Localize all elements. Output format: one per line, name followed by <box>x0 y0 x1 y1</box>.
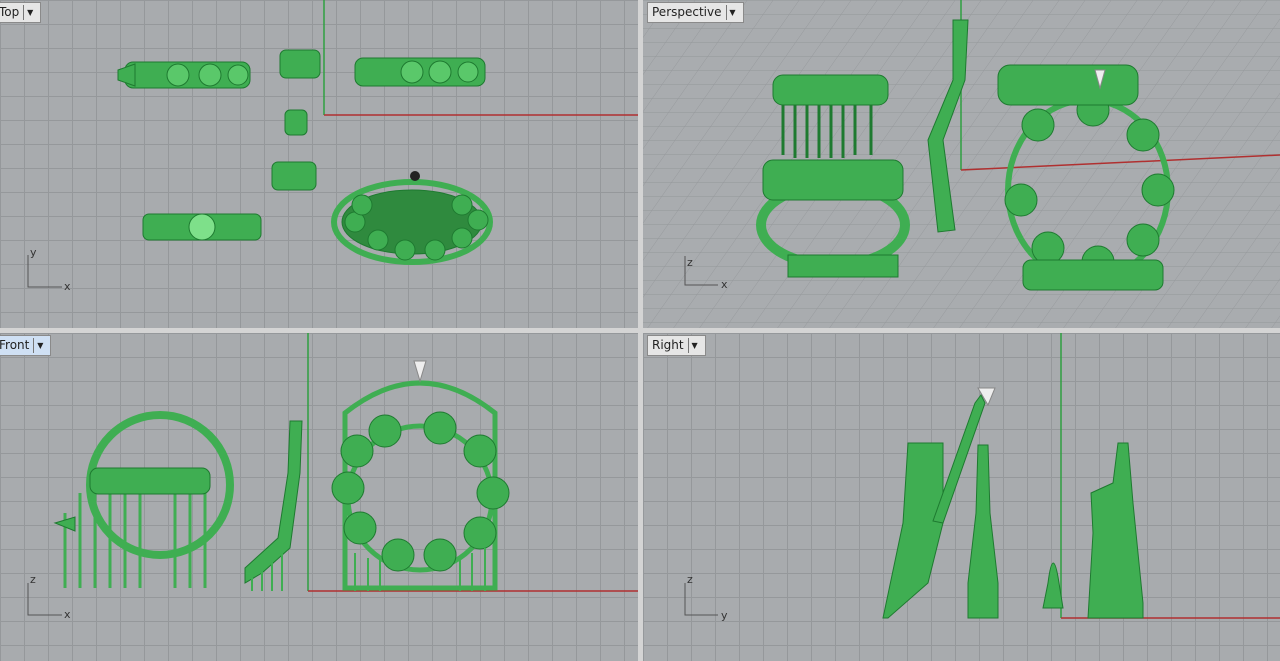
viewport-front[interactable]: Front ▼ z x <box>0 333 638 661</box>
viewport-title: Perspective <box>652 5 722 19</box>
perspective-scene: z x <box>643 0 1280 328</box>
axis-z-label: z <box>30 573 36 586</box>
viewport-tab-right[interactable]: Right ▼ <box>647 335 706 356</box>
viewport-top[interactable]: Top ▼ y x <box>0 0 638 328</box>
chevron-down-icon[interactable]: ▼ <box>23 5 36 20</box>
viewport-right[interactable]: Right ▼ z y <box>643 333 1280 661</box>
chevron-down-icon[interactable]: ▼ <box>687 338 701 353</box>
viewport-title: Right <box>652 338 684 352</box>
viewport-perspective[interactable]: Perspective ▼ z x <box>643 0 1280 328</box>
viewport-title: Top <box>0 5 20 19</box>
viewport-tab-front[interactable]: Front ▼ <box>0 335 52 356</box>
axis-x-label: x <box>64 280 71 293</box>
right-scene: z y <box>684 333 1280 622</box>
axis-z-label: z <box>687 573 693 586</box>
chevron-down-icon[interactable]: ▼ <box>725 5 739 20</box>
chevron-down-icon[interactable]: ▼ <box>33 338 46 353</box>
axis-y-label: y <box>30 246 37 259</box>
viewport-tab-perspective[interactable]: Perspective ▼ <box>647 2 744 23</box>
top-scene: y x <box>27 0 638 293</box>
viewport-title: Front <box>0 338 30 352</box>
axis-x-label: x <box>64 608 71 621</box>
viewport-tab-top[interactable]: Top ▼ <box>0 2 42 23</box>
front-scene: z x <box>27 333 638 621</box>
axis-y-label: y <box>721 609 728 622</box>
axis-x-label: x <box>721 278 728 291</box>
axis-z-label: z <box>687 256 693 269</box>
